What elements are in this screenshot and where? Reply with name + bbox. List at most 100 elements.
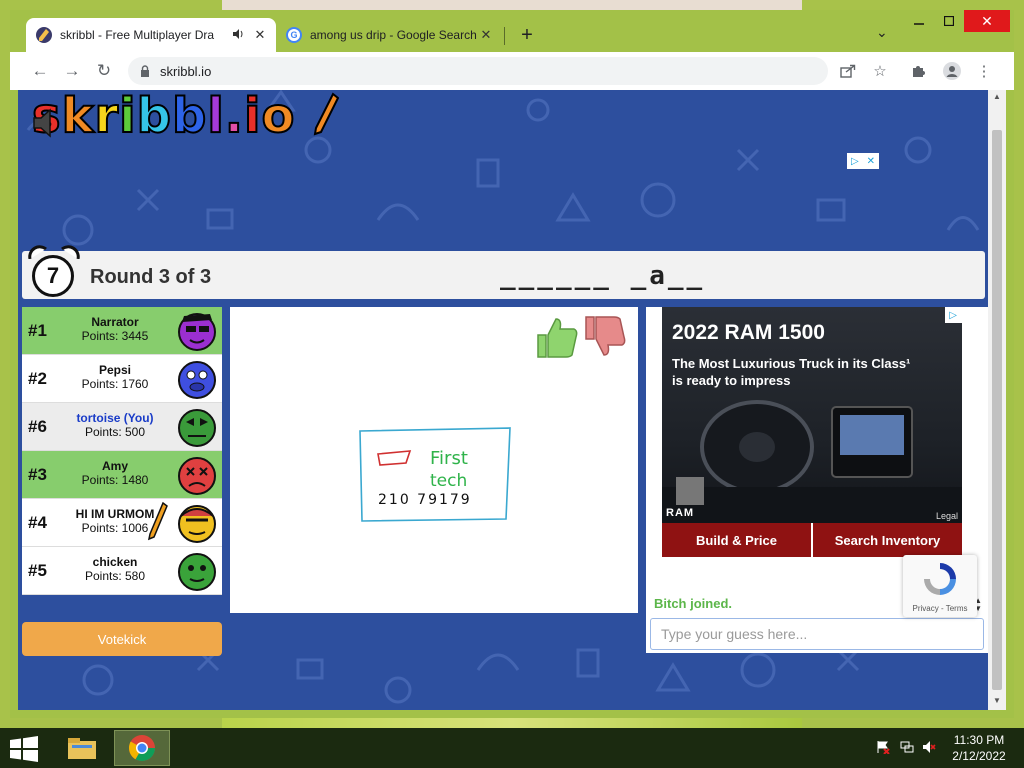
round-bar: 7 Round 3 of 3 ______ _a__ [22, 245, 985, 299]
ad-legal[interactable]: Legal [936, 511, 958, 521]
close-window-icon[interactable]: ✕ [964, 10, 1010, 32]
player-name: chicken [92, 555, 138, 569]
lock-icon [140, 65, 150, 77]
drawn-text-tech: tech [430, 471, 467, 491]
maximize-icon[interactable] [934, 10, 964, 32]
logo-letter: . [224, 90, 245, 144]
network-icon[interactable] [900, 740, 914, 757]
windows-start-icon[interactable] [8, 736, 40, 762]
volume-muted-icon[interactable] [922, 740, 936, 757]
ram-advertisement[interactable]: 2022 RAM 1500 The Most Luxurious Truck i… [662, 307, 962, 557]
skribbl-page: skribbl.io ▷✕ 7 Round 3 of 3 ______ _a__… [18, 90, 988, 710]
timer-value: 7 [32, 255, 74, 297]
ad-container: 2022 RAM 1500 The Most Luxurious Truck i… [646, 307, 988, 593]
drawn-text-first: First [430, 448, 468, 469]
scroll-up-arrow-icon[interactable]: ▲ [992, 92, 1002, 102]
player-avatar [178, 457, 216, 495]
drawing-pencil-icon [148, 501, 168, 541]
close-tab-icon[interactable]: ✕ [252, 27, 268, 43]
taskbar-clock[interactable]: 11:30 PM 2/12/2022 [942, 732, 1016, 764]
tab-google-search[interactable]: G among us drip - Google Search ✕ [276, 18, 502, 52]
player-row-self[interactable]: #6 tortoise (You) Points: 500 [22, 403, 222, 451]
player-rank: #5 [28, 561, 47, 580]
chrome-taskbar-icon[interactable] [114, 730, 170, 766]
profile-avatar-icon[interactable] [940, 59, 964, 83]
new-tab-plus-icon[interactable]: + [515, 23, 539, 47]
player-row[interactable]: #5 chicken Points: 580 [22, 547, 222, 595]
player-avatar [178, 409, 216, 447]
menu-kebab-icon[interactable]: ⋮ [972, 59, 996, 83]
tab-skribbl[interactable]: skribbl - Free Multiplayer Dra ✕ [26, 18, 276, 52]
logo-letter: r [94, 90, 120, 144]
taskbar-date: 2/12/2022 [952, 749, 1006, 763]
speaker-icon[interactable] [232, 28, 246, 43]
adchoices-icon[interactable]: ▷✕ [847, 153, 879, 169]
reload-icon[interactable]: ↻ [92, 59, 116, 83]
player-points: Points: 580 [84, 569, 146, 583]
thumbs-down-icon[interactable] [584, 315, 626, 359]
player-row[interactable]: #1 Narrator Points: 3445 [22, 307, 222, 355]
player-points: Points: 1480 [81, 473, 149, 487]
player-row[interactable]: #3 Amy Points: 1480 [22, 451, 222, 499]
skribbl-logo: skribbl.io [31, 91, 340, 141]
player-name: Narrator [91, 315, 139, 329]
player-avatar [178, 505, 216, 543]
google-favicon-icon: G [286, 27, 302, 43]
timer-clock-icon: 7 [26, 245, 82, 301]
ad-headline: 2022 RAM 1500 [672, 321, 825, 344]
browser-window: skribbl - Free Multiplayer Dra ✕ G among… [10, 10, 1014, 718]
logo-letter: i [243, 90, 262, 144]
page-scrollbar[interactable]: ▲ ▼ [988, 90, 1006, 710]
address-bar[interactable]: skribbl.io [128, 57, 828, 85]
adchoices-icon[interactable]: ▷✕ [945, 307, 962, 323]
thumbs-up-icon[interactable] [536, 315, 578, 359]
minimize-icon[interactable] [904, 10, 934, 32]
logo-letter: k [61, 90, 95, 144]
drawing-canvas[interactable]: First tech 210 79179 [230, 307, 638, 613]
taskbar-time: 11:30 PM [953, 733, 1005, 747]
search-inventory-button[interactable]: Search Inventory [813, 523, 962, 557]
logo-letter: i [118, 90, 137, 144]
extensions-puzzle-icon[interactable] [906, 59, 930, 83]
player-list: #1 Narrator Points: 3445 #2 Pepsi Points: … [22, 307, 222, 595]
round-label: Round 3 of 3 [90, 266, 212, 288]
close-tab-icon[interactable]: ✕ [478, 27, 494, 43]
player-points: Points: 1760 [81, 377, 149, 391]
player-rank: #1 [28, 321, 47, 340]
share-icon[interactable] [836, 59, 860, 83]
votekick-button[interactable]: Votekick [22, 622, 222, 656]
tab-title: skribbl - Free Multiplayer Dra [60, 28, 215, 42]
forward-arrow-icon[interactable]: → [60, 59, 84, 83]
player-points: Points: 3445 [81, 329, 149, 343]
recaptcha-terms[interactable]: Privacy - Terms [903, 604, 977, 613]
skribbl-favicon-icon [36, 27, 52, 43]
recaptcha-icon [924, 563, 956, 595]
player-points: Points: 500 [84, 425, 146, 439]
player-avatar [178, 553, 216, 591]
mute-speaker-icon[interactable] [32, 108, 62, 145]
player-row[interactable]: #2 Pepsi Points: 1760 [22, 355, 222, 403]
player-avatar [178, 361, 216, 399]
build-and-price-button[interactable]: Build & Price [662, 523, 811, 557]
back-arrow-icon[interactable]: ← [28, 59, 52, 83]
bookmark-star-icon[interactable]: ☆ [868, 59, 892, 83]
file-explorer-taskbar-icon[interactable] [54, 730, 110, 766]
player-avatar [178, 313, 216, 351]
tab-search-chevron-icon[interactable]: ⌄ [876, 24, 888, 41]
word-hint: ______ _a__ [500, 261, 706, 291]
scroll-down-arrow-icon[interactable]: ▼ [992, 696, 1002, 706]
player-row-drawing[interactable]: #4 HI IM URMOM Points: 1006 [22, 499, 222, 547]
guess-input[interactable] [650, 618, 984, 650]
tab-strip: skribbl - Free Multiplayer Dra ✕ G among… [10, 10, 1014, 52]
desktop-wallpaper-top [222, 0, 802, 10]
player-rank: #6 [28, 417, 47, 436]
action-center-flag-icon[interactable] [876, 740, 890, 757]
scrollbar-thumb[interactable] [992, 130, 1002, 690]
player-rank: #2 [28, 369, 47, 388]
windows-taskbar: 11:30 PM 2/12/2022 [0, 728, 1024, 768]
logo-letter: b [171, 90, 208, 144]
recaptcha-badge[interactable]: Privacy - Terms [903, 555, 977, 617]
ad-brand: RAM [666, 507, 695, 519]
player-name: Amy [101, 459, 128, 473]
browser-toolbar: ← → ↻ skribbl.io ☆ ⋮ [10, 52, 1014, 90]
